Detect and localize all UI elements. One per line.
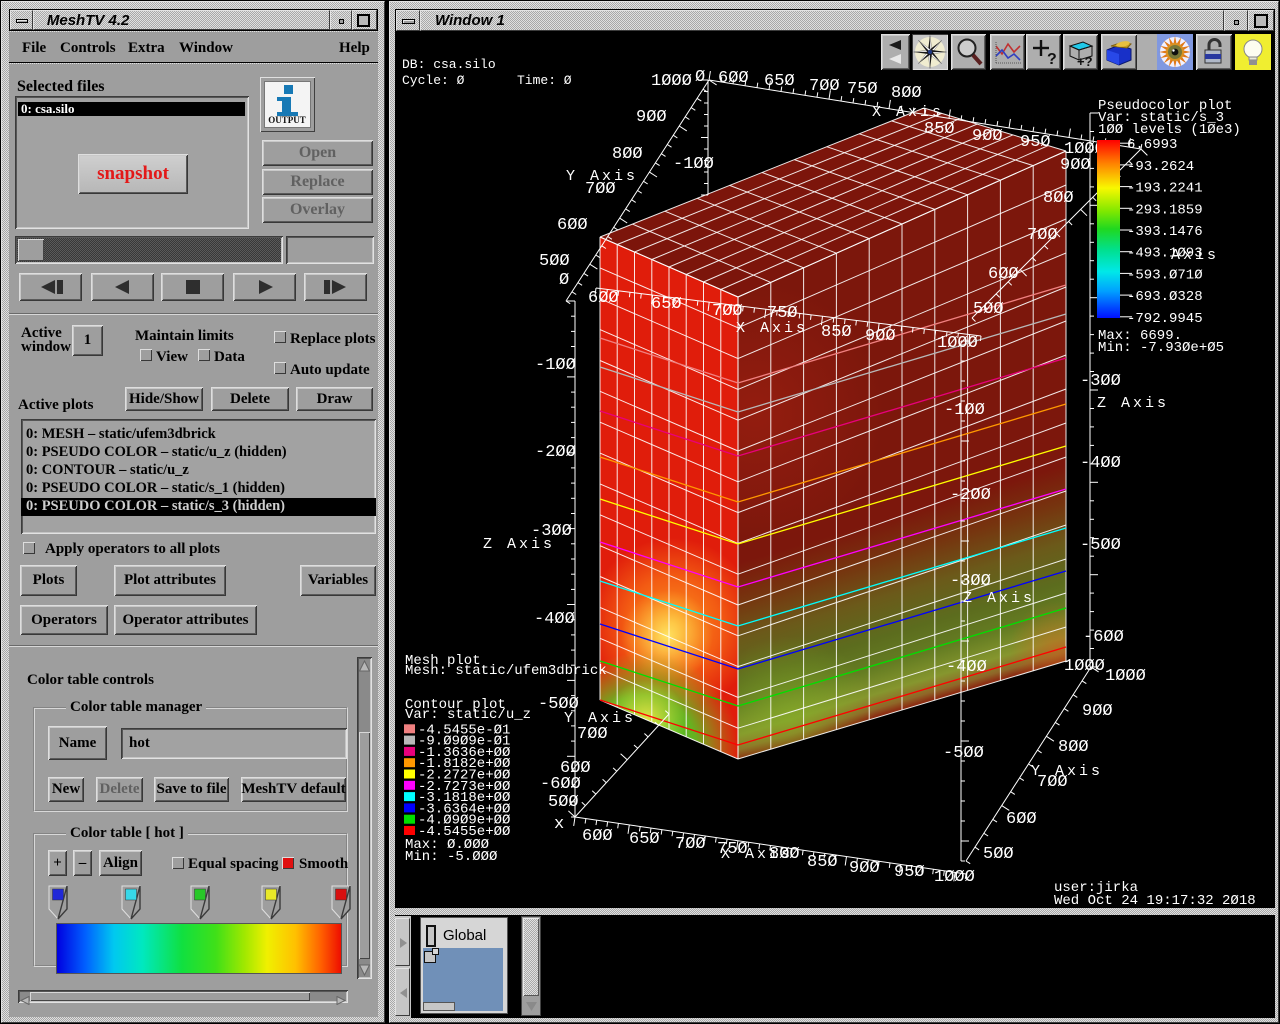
svg-text:6ØØ: 6ØØ (582, 827, 613, 846)
svg-text:75Ø: 75Ø (847, 80, 878, 99)
svg-text:Ø: Ø (559, 271, 569, 290)
svg-text:X Axis: X Axis (736, 320, 808, 337)
svg-text:Var: static/u_z: Var: static/u_z (405, 707, 531, 723)
svg-text:Mesh: static/ufem3dbrick: Mesh: static/ufem3dbrick (405, 663, 607, 679)
svg-text:7ØØ: 7ØØ (712, 302, 743, 321)
svg-text:x: x (554, 815, 564, 834)
svg-text:7ØØ: 7ØØ (809, 77, 840, 96)
svg-text:Z Axis: Z Axis (963, 590, 1035, 607)
svg-text:5ØØ: 5ØØ (973, 300, 1004, 319)
svg-text:9ØØ: 9ØØ (1060, 156, 1091, 175)
svg-text:-6ØØ: -6ØØ (540, 775, 581, 794)
svg-text:5ØØ: 5ØØ (548, 793, 579, 812)
svg-text:7ØØ: 7ØØ (585, 180, 616, 199)
svg-text:X Axis: X Axis (721, 846, 793, 863)
svg-text:5ØØ: 5ØØ (539, 252, 570, 271)
svg-text:X Axis: X Axis (872, 104, 944, 121)
svg-text:1ØØØ: 1ØØØ (937, 334, 978, 353)
svg-text:-193.2241: -193.2241 (1127, 181, 1203, 197)
svg-text:65Ø: 65Ø (651, 295, 682, 314)
svg-text:9ØØ: 9ØØ (972, 127, 1003, 146)
svg-text:8ØØ: 8ØØ (1058, 738, 1089, 757)
svg-text:7ØØ: 7ØØ (577, 725, 608, 744)
svg-text:7ØØ: 7ØØ (675, 835, 706, 854)
svg-text:1ØØØ: 1ØØØ (651, 72, 692, 91)
svg-text:65Ø: 65Ø (764, 72, 795, 91)
svg-text:8ØØ: 8ØØ (891, 84, 922, 103)
svg-text:-4ØØ: -4ØØ (534, 610, 575, 629)
svg-text:85Ø: 85Ø (821, 323, 852, 342)
svg-text:-4ØØ: -4ØØ (1080, 454, 1121, 473)
svg-text:Ø: Ø (695, 68, 705, 87)
svg-text:6ØØ: 6ØØ (588, 289, 619, 308)
svg-text:Min: -5.ØØØ: Min: -5.ØØØ (405, 849, 497, 865)
svg-text:?: ? (1047, 51, 1057, 68)
svg-text:5ØØ: 5ØØ (983, 845, 1014, 864)
svg-text:7ØØ: 7ØØ (1027, 226, 1058, 245)
svg-text:-593.Ø71Ø: -593.Ø71Ø (1127, 267, 1203, 283)
svg-text:-293.1859: -293.1859 (1127, 202, 1203, 218)
svg-text:7ØØ: 7ØØ (1037, 773, 1068, 792)
svg-text:-1ØØ: -1ØØ (673, 155, 714, 174)
svg-text:-1ØØ: -1ØØ (535, 356, 576, 375)
svg-text:-5ØØ: -5ØØ (1080, 536, 1121, 555)
svg-text:95Ø: 95Ø (1020, 133, 1051, 152)
svg-text:-6ØØ: -6ØØ (1083, 628, 1124, 647)
svg-text:9ØØ: 9ØØ (849, 859, 880, 878)
svg-text:8ØØ: 8ØØ (1043, 189, 1074, 208)
svg-text:DB: csa.silo: DB: csa.silo (402, 57, 496, 72)
svg-text:9ØØ: 9ØØ (636, 108, 667, 127)
svg-text:-2ØØ: -2ØØ (950, 486, 991, 505)
svg-text:-1ØØ: -1ØØ (944, 401, 985, 420)
svg-text:Wed Oct 24 19:17:32 2Ø18: Wed Oct 24 19:17:32 2Ø18 (1054, 893, 1256, 907)
svg-text:1ØØØ: 1ØØØ (1064, 657, 1105, 676)
svg-text:6ØØ: 6ØØ (718, 69, 749, 88)
svg-text:-2ØØ: -2ØØ (535, 443, 576, 462)
svg-text:6.6993: 6.6993 (1127, 137, 1177, 153)
svg-text:-693.Ø328: -693.Ø328 (1127, 289, 1203, 305)
svg-text:Z Axis: Z Axis (1097, 395, 1169, 412)
svg-text:9ØØ: 9ØØ (865, 327, 896, 346)
svg-text:-4ØØ: -4ØØ (946, 658, 987, 677)
svg-text:1ØØØ: 1ØØØ (1105, 667, 1146, 686)
svg-text:Min: -7.93Øe+Ø5: Min: -7.93Øe+Ø5 (1098, 340, 1224, 356)
svg-text:OUTPUT: OUTPUT (268, 115, 306, 125)
svg-text:Z Axis: Z Axis (483, 536, 555, 553)
svg-text:95Ø: 95Ø (894, 863, 925, 882)
svg-text:6ØØ: 6ØØ (557, 216, 588, 235)
svg-text:-3ØØ: -3ØØ (950, 572, 991, 591)
svg-text:6ØØ: 6ØØ (1006, 810, 1037, 829)
svg-text:+?: +? (1077, 54, 1093, 69)
svg-text:-792.9945: -792.9945 (1127, 311, 1203, 327)
svg-text:Time: Ø: Time: Ø (517, 73, 572, 88)
svg-text:1ØØØ: 1ØØØ (934, 868, 975, 887)
svg-text:-393.1476: -393.1476 (1127, 224, 1203, 240)
svg-text:-3ØØ: -3ØØ (1080, 372, 1121, 391)
svg-text:85Ø: 85Ø (924, 120, 955, 139)
svg-text:85Ø: 85Ø (807, 853, 838, 872)
svg-text:8ØØ: 8ØØ (612, 145, 643, 164)
svg-text:9ØØ: 9ØØ (1082, 702, 1113, 721)
svg-text:-5ØØ: -5ØØ (943, 744, 984, 763)
svg-text:6ØØ: 6ØØ (988, 265, 1019, 284)
svg-text:-493.1Ø93: -493.1Ø93 (1127, 246, 1203, 262)
svg-text:-93.2624: -93.2624 (1127, 159, 1194, 175)
svg-text:1ØØ levels (1Øe3): 1ØØ levels (1Øe3) (1098, 122, 1241, 138)
svg-text:65Ø: 65Ø (629, 830, 660, 849)
svg-text:Cycle: Ø: Cycle: Ø (402, 73, 465, 88)
